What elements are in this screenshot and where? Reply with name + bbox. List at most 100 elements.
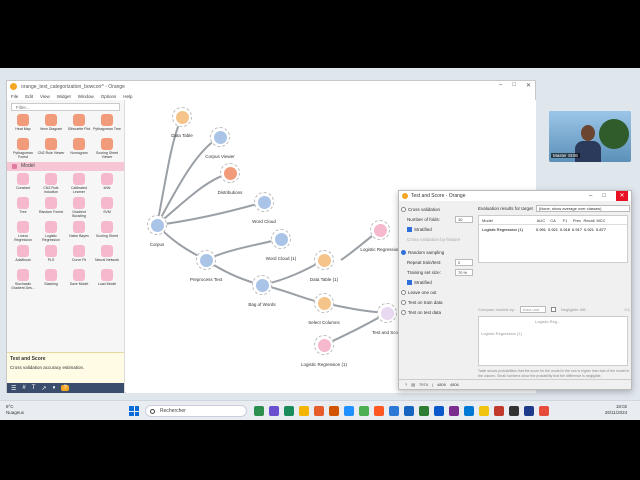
menu-edit[interactable]: Edit	[25, 94, 33, 99]
weather-widget[interactable]: 8°C Nuageux	[6, 404, 24, 416]
node-corpus-viewer[interactable]	[210, 127, 230, 147]
model-widget[interactable]: Constant	[9, 173, 37, 195]
menu-widget[interactable]: Widget	[57, 94, 71, 99]
node-bag-of-words[interactable]	[252, 275, 272, 295]
category-model[interactable]: Model	[7, 162, 124, 171]
dialog-titlebar[interactable]: Test and Score - Orange – □ ✕	[399, 191, 631, 201]
test-on-test-radio[interactable]	[401, 309, 406, 315]
node-word-cloud[interactable]	[254, 192, 274, 212]
dialog-maximize-button[interactable]: □	[602, 191, 606, 201]
model-widget[interactable]: kNN	[93, 173, 121, 195]
taskbar-app-icon[interactable]	[539, 406, 549, 416]
node-test-and-score[interactable]	[377, 303, 397, 323]
model-widget[interactable]: PLS	[37, 245, 65, 267]
leave-one-out-radio[interactable]	[401, 289, 406, 295]
minimize-button[interactable]: –	[499, 82, 502, 89]
model-widget[interactable]: AdaBoost	[9, 245, 37, 267]
model-widget[interactable]: Tree	[9, 197, 37, 219]
taskbar-app-icon[interactable]	[299, 406, 309, 416]
eval-target-select[interactable]: (None, show average over classes)	[535, 205, 630, 212]
viz-widget[interactable]: Silhouette Plot	[65, 114, 93, 136]
start-button[interactable]	[129, 406, 139, 416]
taskbar-app-icon[interactable]	[314, 406, 324, 416]
viz-widget[interactable]: CN2 Rule Viewer	[37, 138, 65, 160]
cross-validation-radio[interactable]	[401, 206, 406, 212]
model-widget[interactable]: Stacking	[37, 269, 65, 291]
stratified-checkbox[interactable]	[407, 226, 412, 232]
viz-widget[interactable]: Venn Diagram	[37, 114, 65, 136]
col-recall[interactable]: Recall	[583, 218, 595, 223]
folds-select[interactable]: 10	[455, 215, 473, 223]
node-word-cloud-1[interactable]	[271, 229, 291, 249]
table-row[interactable]: Logistic Regression (1) 0.991 0.921 0.91…	[479, 225, 627, 234]
viz-widget[interactable]: Scoring Sheet Viewer	[93, 138, 121, 160]
model-widget[interactable]: Gradient Boosting	[65, 197, 93, 219]
taskbar-app-icon[interactable]	[449, 406, 459, 416]
col-ca[interactable]: CA	[547, 218, 559, 223]
random-sampling-radio[interactable]	[401, 249, 406, 255]
taskbar-search[interactable]: Rechercher	[145, 405, 247, 417]
text-icon[interactable]: T	[32, 385, 36, 391]
model-widget[interactable]: CN2 Rule Induction	[37, 173, 65, 195]
help-icon[interactable]: ?	[405, 382, 407, 387]
taskbar-app-icon[interactable]	[359, 406, 369, 416]
help-icon[interactable]: ?	[61, 385, 69, 391]
grid-icon[interactable]: #	[22, 385, 25, 391]
stratified2-row[interactable]: Stratified	[401, 277, 473, 287]
viz-widget[interactable]: Heat Map	[9, 114, 37, 136]
taskbar-app-icon[interactable]	[464, 406, 474, 416]
compare-select[interactable]: Area und	[519, 306, 546, 313]
arrow-icon[interactable]: ↗	[41, 385, 46, 392]
taskbar-app-icon[interactable]	[284, 406, 294, 416]
random-sampling-option[interactable]: Random sampling	[401, 247, 473, 257]
taskbar-app-icon[interactable]	[509, 406, 519, 416]
col-model[interactable]: Model	[479, 218, 535, 223]
node-distributions[interactable]	[220, 163, 240, 183]
filter-input[interactable]: Filter...	[11, 103, 120, 111]
negligible-value[interactable]: 0.1	[624, 307, 630, 312]
model-widget[interactable]: Naive Bayes	[65, 221, 93, 243]
taskbar-app-icon[interactable]	[374, 406, 384, 416]
node-preprocess-text[interactable]	[196, 250, 216, 270]
viz-widget[interactable]: Nomogram	[65, 138, 93, 160]
model-widget[interactable]: Load Model	[93, 269, 121, 291]
node-select-columns[interactable]	[314, 293, 334, 313]
test-on-train-radio[interactable]	[401, 299, 406, 305]
model-widget[interactable]: Random Forest	[37, 197, 65, 219]
taskbar-app-icon[interactable]	[434, 406, 444, 416]
model-widget[interactable]: Save Model	[65, 269, 93, 291]
taskbar-app-icon[interactable]	[269, 406, 279, 416]
taskbar-app-icon[interactable]	[329, 406, 339, 416]
taskbar-app-icon[interactable]	[419, 406, 429, 416]
model-widget[interactable]: Calibrated Learner	[65, 173, 93, 195]
doc-icon[interactable]: ▤	[411, 382, 415, 387]
leave-one-out-option[interactable]: Leave one out	[401, 287, 473, 297]
col-auc[interactable]: AUC	[535, 218, 547, 223]
taskbar-app-icon[interactable]	[524, 406, 534, 416]
repeat-select[interactable]: 2	[455, 258, 473, 266]
col-mcc[interactable]: MCC	[595, 218, 607, 223]
taskbar-app-icon[interactable]	[389, 406, 399, 416]
viz-widget[interactable]: Pythagorean Tree	[93, 114, 121, 136]
dialog-close-button[interactable]: ✕	[616, 191, 628, 201]
pause-icon[interactable]: ⏸	[52, 385, 55, 392]
model-widget[interactable]: SVM	[93, 197, 121, 219]
menu-view[interactable]: View	[40, 94, 50, 99]
model-widget[interactable]: Curve Fit	[65, 245, 93, 267]
taskbar-app-icon[interactable]	[479, 406, 489, 416]
taskbar-app-icon[interactable]	[254, 406, 264, 416]
viz-widget[interactable]: Pythagorean Forest	[9, 138, 37, 160]
menu-file[interactable]: File	[11, 94, 18, 99]
test-on-train-option[interactable]: Test on train data	[401, 297, 473, 307]
node-corpus[interactable]	[147, 215, 167, 235]
model-widget[interactable]: Logistic Regression	[37, 221, 65, 243]
col-prec[interactable]: Prec	[571, 218, 583, 223]
close-button[interactable]: ✕	[526, 82, 531, 89]
taskbar-app-icon[interactable]	[494, 406, 504, 416]
menu-help[interactable]: Help	[123, 94, 132, 99]
cv-by-feature-row[interactable]: Cross validation by feature	[401, 234, 473, 244]
menu-window[interactable]: Window	[78, 94, 94, 99]
node-logistic-regression[interactable]	[370, 220, 390, 240]
window-titlebar[interactable]: orange_text_categorization_bowcorr* - Or…	[7, 81, 535, 92]
taskbar-app-icon[interactable]	[404, 406, 414, 416]
